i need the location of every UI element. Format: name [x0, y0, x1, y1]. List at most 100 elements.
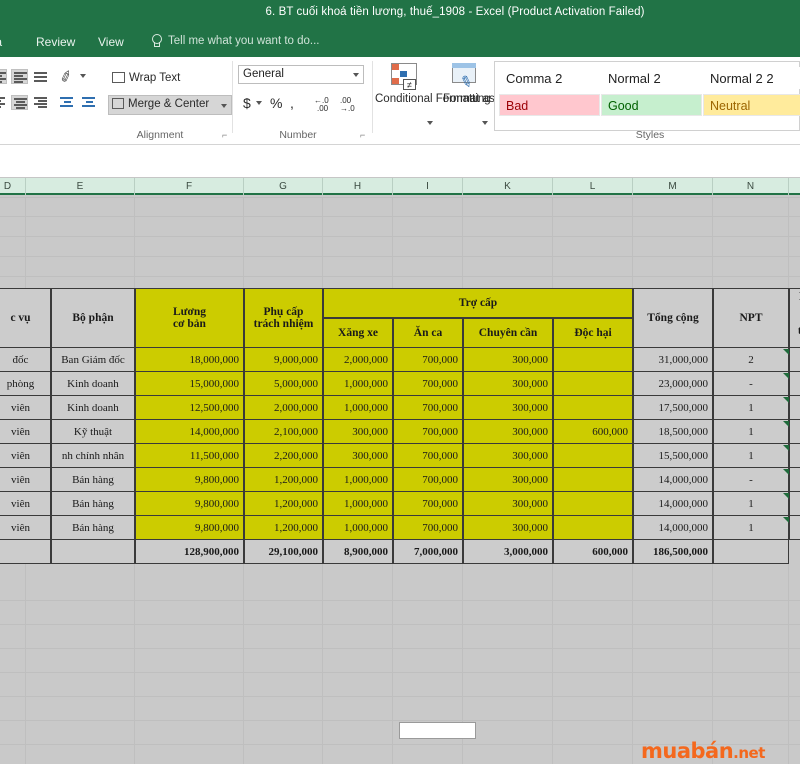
align-top-icon[interactable] [0, 69, 7, 84]
col-header-H[interactable]: H [323, 178, 393, 195]
table-row: - [713, 468, 789, 492]
table-row [553, 396, 633, 420]
table-row: 300,000 [323, 420, 393, 444]
number-dialog-launcher[interactable]: ⌐ [360, 131, 369, 140]
conditional-formatting-caret-icon[interactable] [427, 121, 433, 125]
merge-center-icon [112, 98, 124, 109]
orientation-dropdown-caret-icon[interactable] [80, 74, 86, 78]
table-row: - [713, 372, 789, 396]
style-good[interactable]: Good [601, 94, 702, 116]
table-row: 700,000 [393, 444, 463, 468]
comment-indicator-icon [783, 349, 789, 355]
table-row: 9,800,000 [135, 516, 244, 540]
col-header-M[interactable]: M [633, 178, 713, 195]
cell-styles-gallery[interactable]: Comma 2 Normal 2 Normal 2 2 Bad Good Neu… [494, 61, 800, 131]
active-cell[interactable] [399, 722, 476, 739]
table-row: 1,000,000 [323, 492, 393, 516]
table-row: 9,000,000 [244, 348, 323, 372]
table-row: 1,000,000 [323, 396, 393, 420]
comment-indicator-icon [783, 421, 789, 427]
comma-format-button[interactable]: , [290, 95, 294, 111]
format-as-table-caret-icon[interactable] [482, 121, 488, 125]
align-right-icon[interactable] [32, 95, 49, 110]
align-bottom-icon[interactable] [32, 69, 49, 84]
style-comma-2[interactable]: Comma 2 [499, 67, 600, 89]
divider-alignment-number [232, 61, 233, 133]
col-header-E[interactable]: E [26, 178, 135, 195]
table-row [789, 348, 800, 372]
worksheet-area[interactable]: D E F G H I K L M N c vụ Bộ phận Lương c… [0, 178, 800, 764]
table-row [789, 516, 800, 540]
totals-row: 8,900,000 [323, 540, 393, 564]
table-row: 700,000 [393, 396, 463, 420]
table-row: 1,000,000 [323, 468, 393, 492]
tell-me-input[interactable]: Tell me what you want to do... [168, 35, 320, 47]
table-row: phòng [0, 372, 51, 396]
column-header-row: D E F G H I K L M N [0, 178, 800, 195]
table-row [553, 444, 633, 468]
style-bad[interactable]: Bad [499, 94, 600, 116]
table-row: 18,500,000 [633, 420, 713, 444]
comment-indicator-icon [783, 373, 789, 379]
table-row: viên [0, 420, 51, 444]
col-header-K[interactable]: K [463, 178, 553, 195]
header-chuc-vu: c vụ [0, 288, 51, 348]
table-row: 1,200,000 [244, 468, 323, 492]
table-row: 15,000,000 [135, 372, 244, 396]
col-header-G[interactable]: G [244, 178, 323, 195]
merge-center-label: Merge & Center [128, 98, 210, 110]
align-middle-icon[interactable] [11, 69, 28, 84]
align-left-icon[interactable] [0, 95, 7, 110]
table-row: viên [0, 516, 51, 540]
table-row: 9,800,000 [135, 492, 244, 516]
formula-bar-strip[interactable] [0, 145, 800, 178]
col-header-D[interactable]: D [0, 178, 26, 195]
col-header-F[interactable]: F [135, 178, 244, 195]
style-normal-2-2[interactable]: Normal 2 2 [703, 67, 800, 89]
percent-format-button[interactable]: % [270, 95, 282, 111]
merge-center-caret-icon[interactable] [221, 104, 227, 108]
tab-view[interactable]: View [98, 35, 124, 49]
style-normal-2[interactable]: Normal 2 [601, 67, 702, 89]
table-row: 300,000 [463, 444, 553, 468]
header-bo-phan: Bộ phận [51, 288, 135, 348]
merge-center-button[interactable]: Merge & Center [108, 95, 232, 115]
currency-format-button[interactable]: $ [243, 95, 251, 111]
table-row: 14,000,000 [633, 468, 713, 492]
decrease-decimal-icon[interactable]: .00 →.0 [340, 97, 355, 113]
header-tro-cap: Trợ cấp [323, 288, 633, 318]
alignment-dialog-launcher[interactable]: ⌐ [222, 131, 231, 140]
table-row [553, 372, 633, 396]
text-orientation-icon[interactable]: ✐ [57, 66, 76, 87]
table-row: Bán hàng [51, 468, 135, 492]
format-as-table-button[interactable]: Format as Table [443, 93, 525, 106]
chevron-down-icon[interactable] [353, 73, 359, 77]
tab-review[interactable]: Review [36, 35, 75, 49]
table-row: 14,000,000 [633, 516, 713, 540]
table-row: 1,000,000 [323, 516, 393, 540]
col-header-N[interactable]: N [713, 178, 789, 195]
table-row: Kỹ thuật [51, 420, 135, 444]
col-header-L[interactable]: L [553, 178, 633, 195]
group-label-alignment: Alignment [136, 129, 184, 141]
style-neutral[interactable]: Neutral [703, 94, 800, 116]
col-header-I[interactable]: I [393, 178, 463, 195]
table-row: 14,000,000 [633, 492, 713, 516]
increase-decimal-icon[interactable]: ←.0.00 [314, 97, 329, 113]
table-row: Kinh doanh [51, 396, 135, 420]
totals-row: 128,900,000 [135, 540, 244, 564]
tab-data[interactable]: ta [0, 35, 2, 49]
table-row [789, 492, 800, 516]
currency-caret-icon[interactable] [256, 101, 262, 105]
align-center-icon[interactable] [11, 95, 28, 110]
wrap-text-button[interactable]: Wrap Text [112, 71, 180, 86]
table-row: 700,000 [393, 372, 463, 396]
table-row: 1 [713, 516, 789, 540]
increase-indent-icon[interactable] [80, 95, 97, 110]
number-format-combo[interactable]: General [238, 65, 364, 84]
window-title: 6. BT cuối khoá tiền lương, thuế_1908 - … [265, 6, 645, 18]
decrease-indent-icon[interactable] [58, 95, 75, 110]
conditional-formatting-button[interactable]: Conditional Formatting [375, 93, 491, 106]
divider-number-styles [372, 61, 373, 133]
header-chuyen-can: Chuyên cần [463, 318, 553, 348]
